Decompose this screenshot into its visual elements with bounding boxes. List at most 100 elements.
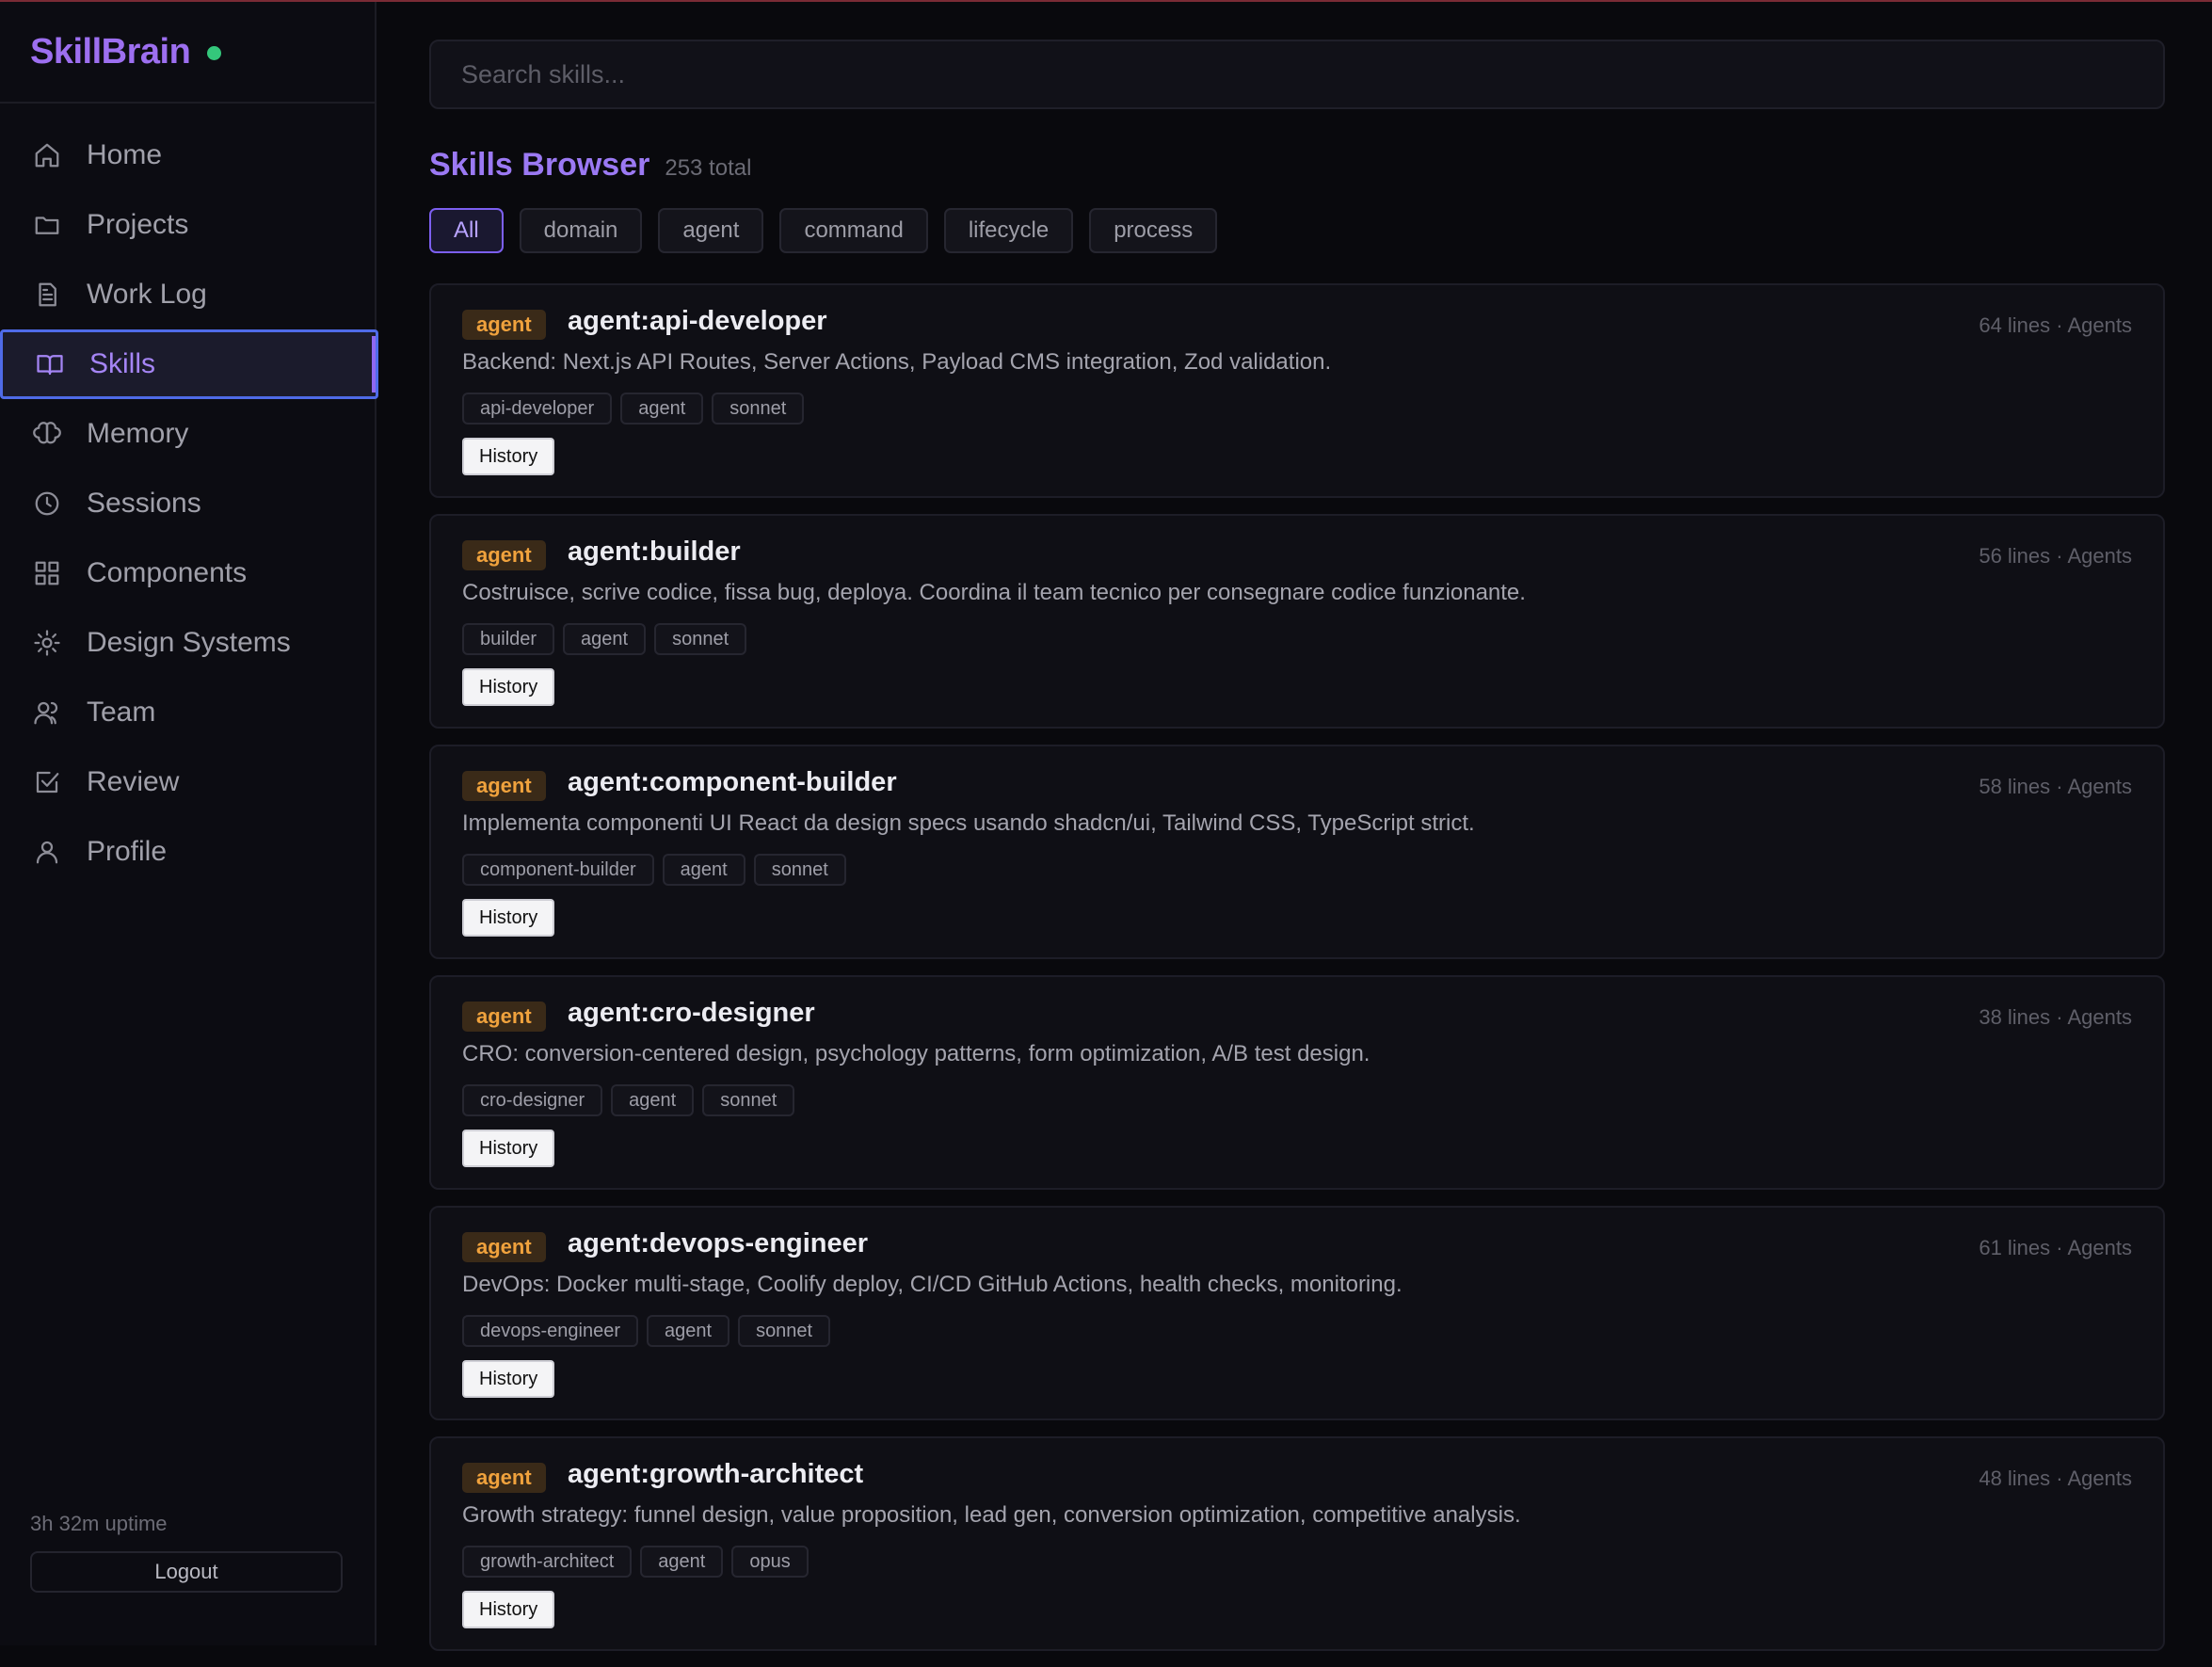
book-icon [35,349,65,379]
user-icon [32,837,62,867]
skill-meta: 64 lines · Agents [1979,313,2132,337]
skill-description: CRO: conversion-centered design, psychol… [462,1041,1370,1066]
grid-icon [32,558,62,588]
page-title: Skills Browser [429,147,650,183]
page-header: Skills Browser 253 total [429,147,751,184]
skill-type-badge: agent [462,771,546,801]
skill-tags: devops-engineer agent sonnet [462,1315,839,1347]
filter-chips: All domain agent command lifecycle proce… [429,208,1233,253]
skill-tags: api-developer agent sonnet [462,393,812,425]
sidebar-item-label: Components [87,557,248,588]
sidebar-item-label: Team [87,697,156,728]
skill-meta: 58 lines · Agents [1979,775,2132,798]
skill-tag: sonnet [654,623,747,655]
sidebar-item-sessions[interactable]: Sessions [0,469,377,538]
sidebar-item-team[interactable]: Team [0,678,377,747]
sidebar-item-profile[interactable]: Profile [0,817,377,887]
skill-type-badge: agent [462,1232,546,1262]
search-input[interactable] [429,40,2165,109]
skill-card[interactable]: agent agent:cro-designer 38 lines · Agen… [429,975,2165,1190]
skills-count: 253 total [665,155,752,181]
skill-tag: sonnet [712,393,805,425]
skill-tag: devops-engineer [462,1315,638,1347]
history-button[interactable]: History [462,438,555,475]
sidebar-item-home[interactable]: Home [0,120,377,190]
skill-tags: component-builder agent sonnet [462,854,855,886]
skill-name[interactable]: agent:devops-engineer [568,1228,868,1259]
skill-name[interactable]: agent:api-developer [568,306,827,337]
history-button[interactable]: History [462,899,555,937]
filter-process[interactable]: process [1089,208,1218,253]
sun-icon [32,628,62,658]
skill-tag: agent [662,854,745,886]
filter-agent[interactable]: agent [658,208,764,253]
sidebar-item-design-systems[interactable]: Design Systems [0,608,377,678]
skill-meta: 61 lines · Agents [1979,1236,2132,1259]
sidebar-item-projects[interactable]: Projects [0,190,377,260]
skill-tag: cro-designer [462,1084,603,1116]
sidebar-item-memory[interactable]: Memory [0,399,377,469]
skill-card[interactable]: agent agent:builder 56 lines · Agents Co… [429,514,2165,729]
check-square-icon [32,767,62,797]
logout-button[interactable]: Logout [30,1551,343,1593]
brain-icon [32,419,62,449]
filter-all[interactable]: All [429,208,504,253]
clock-icon [32,489,62,519]
skill-description: Implementa componenti UI React da design… [462,810,1475,836]
skill-tag: sonnet [738,1315,831,1347]
sidebar-item-label: Profile [87,836,168,867]
history-button[interactable]: History [462,1360,555,1398]
status-dot [207,45,222,60]
skill-name[interactable]: agent:builder [568,537,741,568]
skill-description: DevOps: Docker multi-stage, Coolify depl… [462,1272,1403,1297]
skill-meta: 56 lines · Agents [1979,544,2132,568]
sidebar-item-work-log[interactable]: Work Log [0,260,377,329]
history-button[interactable]: History [462,668,555,706]
document-icon [32,280,62,310]
skill-type-badge: agent [462,1002,546,1032]
brand-name[interactable]: SkillBrain [30,32,191,72]
skill-card[interactable]: agent agent:devops-engineer 61 lines · A… [429,1206,2165,1420]
skill-tag: agent [647,1315,730,1347]
skill-tag: opus [731,1546,809,1578]
folder-icon [32,210,62,240]
sidebar-item-skills[interactable]: Skills [0,329,378,399]
sidebar-item-label: Work Log [87,279,207,310]
skill-tag: api-developer [462,393,613,425]
skill-tag: sonnet [753,854,846,886]
skill-type-badge: agent [462,540,546,570]
sidebar-item-review[interactable]: Review [0,747,377,817]
history-button[interactable]: History [462,1130,555,1167]
sidebar-item-label: Home [87,139,163,170]
sidebar-item-label: Design Systems [87,627,291,658]
skill-tag: agent [620,393,704,425]
sidebar: SkillBrain Home Projects Work Log Skills… [0,2,378,1645]
skill-tags: cro-designer agent sonnet [462,1084,803,1116]
skill-tag: agent [563,623,647,655]
skill-tags: builder agent sonnet [462,623,755,655]
skill-tag: agent [611,1084,695,1116]
sidebar-item-label: Memory [87,418,189,449]
skill-description: Backend: Next.js API Routes, Server Acti… [462,349,1332,375]
skill-name[interactable]: agent:component-builder [568,767,897,798]
skill-name[interactable]: agent:growth-architect [568,1459,863,1490]
skill-card[interactable]: agent agent:component-builder 58 lines ·… [429,745,2165,959]
filter-command[interactable]: command [779,208,928,253]
skill-tag: component-builder [462,854,654,886]
skill-card[interactable]: agent agent:api-developer 64 lines · Age… [429,283,2165,498]
filter-lifecycle[interactable]: lifecycle [943,208,1074,253]
uptime-text: 3h 32m uptime [30,1512,168,1535]
skill-type-badge: agent [462,310,546,340]
skill-card[interactable]: agent agent:growth-architect 48 lines · … [429,1436,2165,1651]
sidebar-item-label: Projects [87,209,189,240]
skill-name[interactable]: agent:cro-designer [568,998,815,1029]
history-button[interactable]: History [462,1591,555,1628]
filter-domain[interactable]: domain [519,208,643,253]
skill-tag: builder [462,623,555,655]
skill-tag: growth-architect [462,1546,633,1578]
sidebar-item-components[interactable]: Components [0,538,377,608]
sidebar-item-label: Sessions [87,488,201,519]
skill-description: Costruisce, scrive codice, fissa bug, de… [462,580,1526,605]
skill-meta: 38 lines · Agents [1979,1005,2132,1029]
skill-description: Growth strategy: funnel design, value pr… [462,1502,1521,1528]
